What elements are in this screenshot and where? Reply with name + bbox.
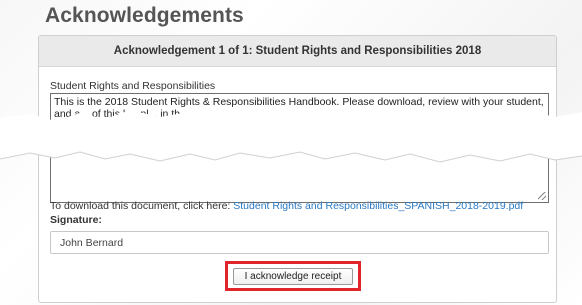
acknowledge-receipt-button[interactable]: I acknowledge receipt [233,268,353,285]
page-title: Acknowledgements [45,4,244,27]
resize-grip-icon[interactable] [538,192,546,200]
acknowledgement-header: Acknowledgement 1 of 1: Student Rights a… [39,36,556,67]
download-row: To download this document, click here: S… [50,200,523,212]
document-label: Student Rights and Responsibilities [50,80,216,92]
download-prefix: To download this document, click here: [50,200,234,212]
signature-label: Signature: [50,214,102,226]
acknowledge-button-highlight: I acknowledge receipt [225,261,361,291]
signature-input[interactable] [50,231,549,254]
download-document-link[interactable]: Student Rights and Responsibilities_SPAN… [233,200,523,212]
torn-paper-overlay [0,109,582,163]
